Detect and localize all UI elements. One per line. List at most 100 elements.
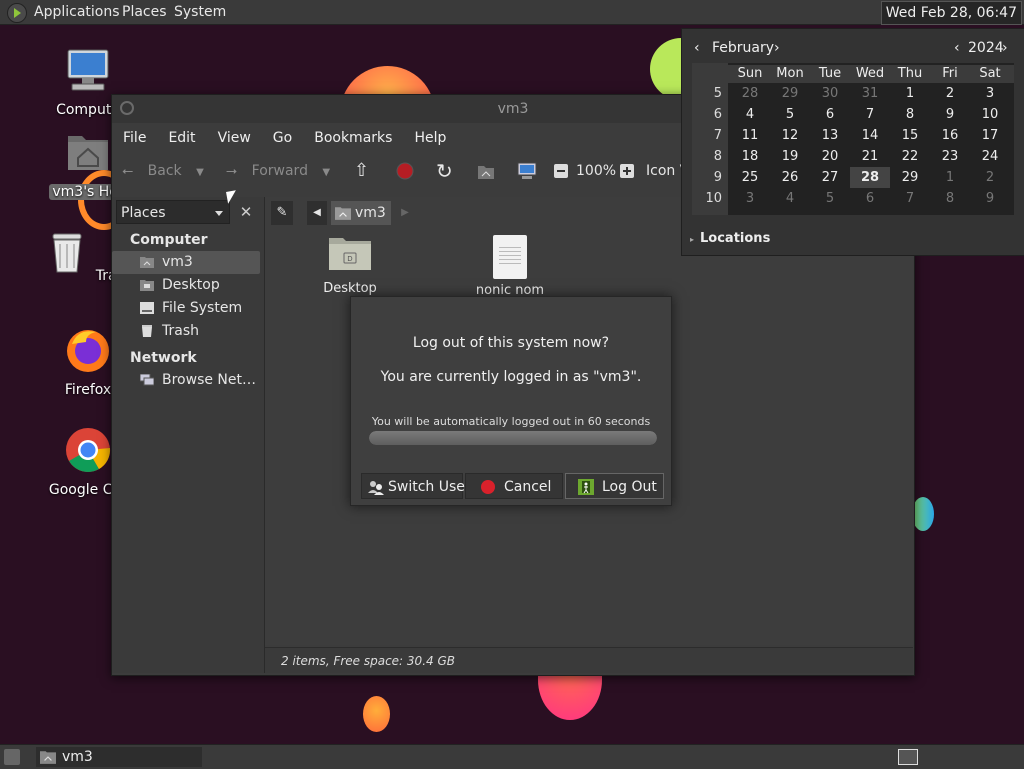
calendar-day[interactable]: 14	[850, 125, 890, 146]
calendar-day[interactable]: 9	[970, 188, 1010, 209]
calendar-day[interactable]: 11	[730, 125, 770, 146]
places-menu[interactable]: Places	[122, 0, 167, 24]
switch-user-button[interactable]: Switch User	[361, 473, 471, 499]
logout-button[interactable]: Log Out	[565, 473, 664, 499]
calendar-day[interactable]: 18	[730, 146, 770, 167]
file-item-document[interactable]: nonic nom	[455, 235, 565, 298]
file-item-desktop[interactable]: D Desktop	[295, 235, 405, 296]
menu-bookmarks[interactable]: Bookmarks	[303, 123, 403, 153]
calendar-day[interactable]: 5	[810, 188, 850, 209]
menu-edit[interactable]: Edit	[157, 123, 206, 153]
next-year-icon[interactable]: ›	[1002, 39, 1008, 57]
path-scroll-left-icon[interactable]: ◀	[307, 201, 327, 225]
prev-month-icon[interactable]: ‹	[694, 39, 700, 57]
window-menu-icon[interactable]	[120, 101, 134, 115]
forward-label: Forward	[251, 163, 308, 179]
calendar-day[interactable]: 17	[970, 125, 1010, 146]
toggle-location-button[interactable]: ✎	[271, 201, 293, 225]
weekday-label: Mon	[776, 66, 804, 81]
path-scroll-right-icon[interactable]: ▶	[397, 201, 413, 225]
sidebar-item-trash[interactable]: Trash	[112, 320, 264, 343]
home-folder-icon	[335, 207, 351, 220]
calendar-day[interactable]: 13	[810, 125, 850, 146]
calendar-day[interactable]: 27	[810, 167, 850, 188]
calendar-day[interactable]: 26	[770, 167, 810, 188]
cancel-button[interactable]: Cancel	[465, 473, 563, 499]
menu-view[interactable]: View	[207, 123, 262, 153]
clock[interactable]: Wed Feb 28, 06:47	[880, 1, 1022, 25]
path-segment-vm3[interactable]: vm3	[331, 201, 391, 225]
calendar-day[interactable]: 3	[970, 83, 1010, 104]
calendar-day[interactable]: 24	[970, 146, 1010, 167]
calendar-day[interactable]: 21	[850, 146, 890, 167]
home-button[interactable]	[476, 153, 496, 189]
calendar-day[interactable]: 8	[890, 104, 930, 125]
calendar-day[interactable]: 1	[890, 83, 930, 104]
calendar-day[interactable]: 4	[770, 188, 810, 209]
system-menu[interactable]: System	[174, 0, 226, 24]
calendar-day[interactable]: 2	[970, 167, 1010, 188]
computer-button[interactable]	[516, 153, 538, 189]
calendar-day[interactable]: 7	[890, 188, 930, 209]
calendar-day[interactable]: 31	[850, 83, 890, 104]
zoom-out-button[interactable]	[554, 153, 568, 189]
sidebar-item-desktop[interactable]: Desktop	[112, 274, 264, 297]
mouse-pointer-icon	[226, 190, 238, 204]
calendar-day[interactable]: 10	[970, 104, 1010, 125]
sidebar-item-label: Browse Net…	[162, 372, 257, 388]
calendar-day[interactable]: 28	[730, 83, 770, 104]
calendar-day[interactable]: 3	[730, 188, 770, 209]
calendar-day[interactable]: 9	[930, 104, 970, 125]
calendar-day[interactable]: 2	[930, 83, 970, 104]
calendar-day[interactable]: 6	[810, 104, 850, 125]
home-folder-icon	[140, 257, 154, 268]
calendar-day[interactable]: 29	[890, 167, 930, 188]
up-icon[interactable]: ⇧	[354, 153, 369, 189]
zoom-in-button[interactable]	[620, 153, 634, 189]
applications-menu[interactable]: Applications	[34, 0, 120, 24]
calendar-day[interactable]: 5	[770, 104, 810, 125]
menu-help[interactable]: Help	[403, 123, 457, 153]
mate-logo-icon[interactable]	[7, 3, 27, 23]
prev-year-icon[interactable]: ‹	[954, 39, 960, 57]
close-sidebar-icon[interactable]: ✕	[236, 200, 256, 224]
calendar-day[interactable]: 16	[930, 125, 970, 146]
calendar-day[interactable]: 19	[770, 146, 810, 167]
calendar-day[interactable]: 6	[850, 188, 890, 209]
calendar-day[interactable]: 29	[770, 83, 810, 104]
stop-button[interactable]	[396, 153, 414, 189]
menu-go[interactable]: Go	[262, 123, 303, 153]
show-desktop-icon[interactable]	[4, 749, 20, 765]
calendar-day[interactable]: 8	[930, 188, 970, 209]
expander-arrow-icon: ▸	[690, 235, 695, 244]
calendar-day[interactable]: 15	[890, 125, 930, 146]
sidebar-item-filesystem[interactable]: File System	[112, 297, 264, 320]
calendar-day[interactable]: 23	[930, 146, 970, 167]
forward-history-dropdown-icon[interactable]: ▼	[322, 167, 330, 178]
forward-button[interactable]: ⭢ Forward ▼	[226, 153, 330, 189]
calendar-day[interactable]: 30	[810, 83, 850, 104]
menu-file[interactable]: File	[112, 123, 157, 153]
svg-text:D: D	[347, 255, 352, 263]
calendar-day[interactable]: 4	[730, 104, 770, 125]
zoom-level[interactable]: 100%	[576, 153, 616, 189]
sidebar-item-vm3[interactable]: vm3	[112, 251, 260, 274]
reload-icon[interactable]: ↻	[436, 153, 453, 189]
locations-expander[interactable]: ▸ Locations	[690, 231, 770, 246]
sidebar-item-browse-network[interactable]: Browse Net…	[112, 369, 264, 392]
calendar-day[interactable]: 25	[730, 167, 770, 188]
calendar-day[interactable]: 1	[930, 167, 970, 188]
calendar-day[interactable]: 12	[770, 125, 810, 146]
back-button[interactable]: ⭠ Back ▼	[122, 153, 204, 189]
back-history-dropdown-icon[interactable]: ▼	[196, 167, 204, 178]
edit-location-icon: ✎	[276, 205, 288, 220]
calendar-day[interactable]: 7	[850, 104, 890, 125]
stop-icon	[396, 162, 414, 180]
calendar-day[interactable]: 28	[850, 167, 890, 188]
places-combo[interactable]: Places	[116, 200, 230, 224]
next-month-icon[interactable]: ›	[774, 39, 780, 57]
taskbar-item-vm3[interactable]: vm3	[36, 747, 202, 767]
calendar-day[interactable]: 20	[810, 146, 850, 167]
calendar-day[interactable]: 22	[890, 146, 930, 167]
workspace-switcher-icon[interactable]	[898, 749, 918, 765]
